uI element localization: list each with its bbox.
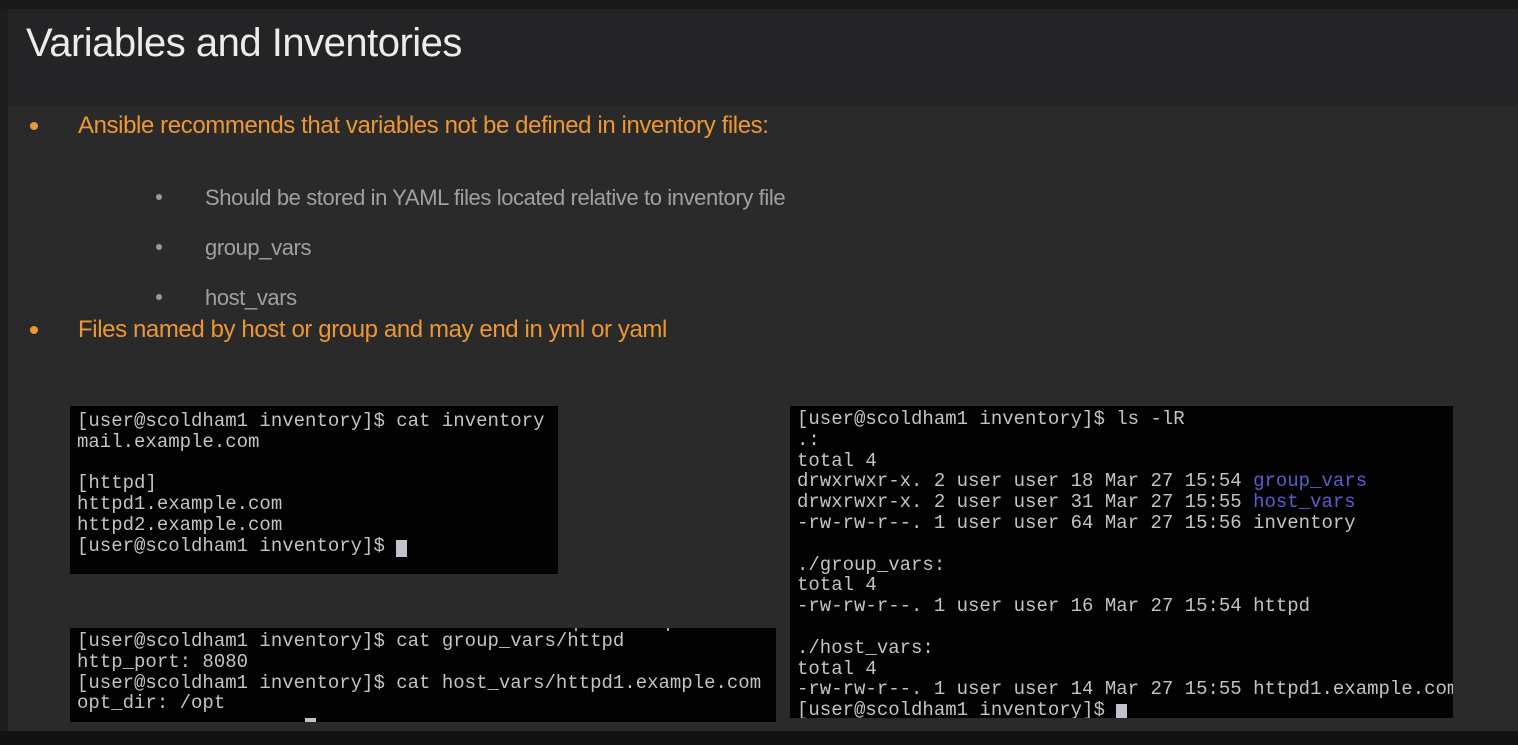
sub-bullet-text: group_vars	[205, 235, 311, 260]
sub-bullet-icon	[156, 294, 162, 300]
terminal-line	[77, 713, 776, 722]
terminal-line: [user@scoldham1 inventory]$ cat inventor…	[77, 410, 558, 431]
terminal-text	[797, 533, 808, 555]
terminal-cursor	[1116, 704, 1127, 718]
terminal-text: opt_dir: /opt	[77, 692, 225, 714]
slide-header: Variables and Inventories	[8, 9, 1518, 106]
sub-bullet-icon	[156, 194, 162, 200]
top-border	[0, 0, 1518, 9]
terminal-line: [user@scoldham1 inventory]$ cat group_va…	[77, 630, 776, 651]
terminal-line: ./group_vars:	[797, 554, 1453, 575]
terminal-line: opt_dir: /opt	[77, 692, 776, 713]
bullet-icon	[30, 326, 38, 334]
cropped-text-artifact	[575, 628, 577, 631]
terminal-text: mail.example.com	[77, 431, 259, 453]
bullet-icon	[30, 122, 38, 130]
terminal-line	[77, 452, 558, 473]
directory-name: group_vars	[1253, 470, 1367, 492]
terminal-text: [user@scoldham1 inventory]$	[77, 535, 396, 557]
terminal-text: -rw-rw-r--. 1 user user 64 Mar 27 15:56 …	[797, 512, 1356, 534]
terminal-line: [httpd]	[77, 472, 558, 493]
terminal-line: [user@scoldham1 inventory]$	[77, 535, 558, 556]
terminal-text	[797, 616, 808, 638]
bullet-text: Ansible recommends that variables not be…	[78, 112, 769, 139]
terminal-screenshot-cat-inventory: [user@scoldham1 inventory]$ cat inventor…	[70, 406, 558, 574]
terminal-text: [user@scoldham1 inventory]$ cat group_va…	[77, 630, 624, 652]
terminal-screenshot-cat-vars: [user@scoldham1 inventory]$ cat group_va…	[70, 628, 776, 722]
terminal-text	[77, 452, 88, 474]
sub-bullet-item: host_vars	[0, 285, 1518, 311]
terminal-line: .:	[797, 429, 1453, 450]
terminal-text: -rw-rw-r--. 1 user user 14 Mar 27 15:55 …	[797, 678, 1453, 700]
sub-bullet-text: Should be stored in YAML files located r…	[205, 185, 785, 210]
directory-name: host_vars	[1253, 491, 1356, 513]
terminal-text	[77, 713, 305, 722]
cropped-text-artifact	[667, 628, 669, 631]
presentation-slide: Variables and Inventories Ansible recomm…	[0, 0, 1518, 745]
terminal-line: drwxrwxr-x. 2 user user 18 Mar 27 15:54 …	[797, 470, 1453, 491]
terminal-line: httpd2.example.com	[77, 514, 558, 535]
terminal-text: drwxrwxr-x. 2 user user 18 Mar 27 15:54	[797, 470, 1253, 492]
terminal-text: total 4	[797, 450, 877, 472]
terminal-line: [user@scoldham1 inventory]$ ls -lR	[797, 408, 1453, 429]
terminal-line: -rw-rw-r--. 1 user user 14 Mar 27 15:55 …	[797, 678, 1453, 699]
terminal-screenshot-ls-lr: [user@scoldham1 inventory]$ ls -lR.:tota…	[790, 406, 1453, 718]
bullet-text: Files named by host or group and may end…	[78, 316, 667, 343]
terminal-line: total 4	[797, 574, 1453, 595]
sub-bullet-text: host_vars	[205, 285, 297, 310]
bottom-border	[0, 731, 1518, 745]
slide-title: Variables and Inventories	[26, 21, 462, 66]
terminal-text: total 4	[797, 658, 877, 680]
terminal-line: [user@scoldham1 inventory]$	[797, 699, 1453, 718]
terminal-line: drwxrwxr-x. 2 user user 31 Mar 27 15:55 …	[797, 491, 1453, 512]
terminal-text: -rw-rw-r--. 1 user user 16 Mar 27 15:54 …	[797, 595, 1310, 617]
terminal-text: total 4	[797, 574, 877, 596]
terminal-line	[797, 533, 1453, 554]
terminal-cursor	[305, 718, 316, 722]
sub-bullet-item: group_vars	[0, 235, 1518, 261]
terminal-line	[797, 616, 1453, 637]
sub-bullet-icon	[156, 244, 162, 250]
terminal-text: ./host_vars:	[797, 637, 934, 659]
terminal-text: .:	[797, 429, 820, 451]
terminal-cursor	[396, 540, 407, 557]
terminal-text: drwxrwxr-x. 2 user user 31 Mar 27 15:55	[797, 491, 1253, 513]
terminal-text: http_port: 8080	[77, 651, 248, 673]
terminal-line: total 4	[797, 658, 1453, 679]
terminal-text: [user@scoldham1 inventory]$	[797, 699, 1116, 718]
terminal-line: httpd1.example.com	[77, 493, 558, 514]
terminal-text: [user@scoldham1 inventory]$ ls -lR	[797, 408, 1185, 430]
terminal-text: ./group_vars:	[797, 554, 945, 576]
sub-bullet-item: Should be stored in YAML files located r…	[0, 185, 1518, 211]
terminal-line: [user@scoldham1 inventory]$ cat host_var…	[77, 672, 776, 693]
terminal-text: [user@scoldham1 inventory]$ cat host_var…	[77, 672, 761, 694]
terminal-line: ./host_vars:	[797, 637, 1453, 658]
terminal-text: httpd2.example.com	[77, 514, 282, 536]
terminal-text: [user@scoldham1 inventory]$ cat inventor…	[77, 410, 544, 432]
bullet-item: Files named by host or group and may end…	[0, 316, 1518, 344]
terminal-text: httpd1.example.com	[77, 493, 282, 515]
terminal-text: [httpd]	[77, 472, 157, 494]
terminal-line: -rw-rw-r--. 1 user user 64 Mar 27 15:56 …	[797, 512, 1453, 533]
terminal-line: total 4	[797, 450, 1453, 471]
terminal-line: mail.example.com	[77, 431, 558, 452]
terminal-line: http_port: 8080	[77, 651, 776, 672]
bullet-item: Ansible recommends that variables not be…	[0, 112, 1518, 140]
terminal-line: -rw-rw-r--. 1 user user 16 Mar 27 15:54 …	[797, 595, 1453, 616]
